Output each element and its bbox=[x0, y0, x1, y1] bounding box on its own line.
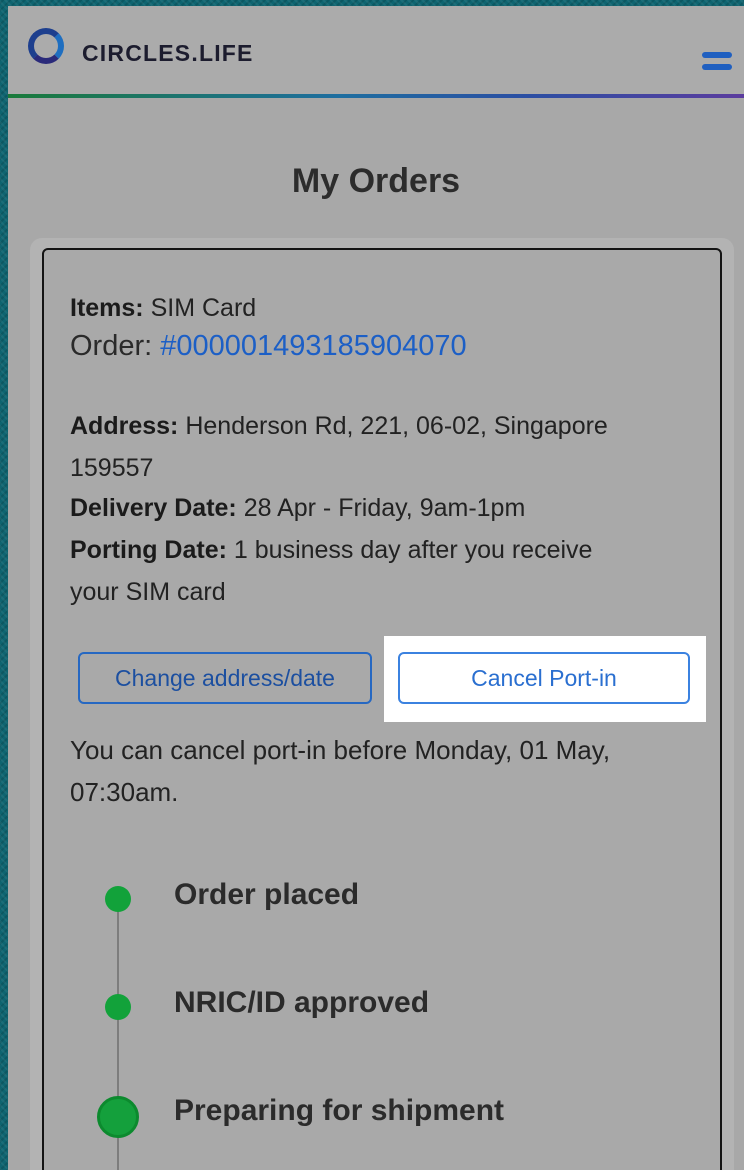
items-row: Items: SIM Card bbox=[70, 290, 256, 326]
cancel-note: You can cancel port-in before Monday, 01… bbox=[70, 735, 611, 765]
menu-bar-icon bbox=[702, 64, 732, 70]
timeline-step-label: Order placed bbox=[174, 878, 360, 911]
step-complete-dot-icon bbox=[105, 886, 131, 912]
timeline-step-label: Preparing for shipment bbox=[174, 1094, 505, 1127]
top-header: CIRCLES.LIFE bbox=[8, 6, 744, 94]
order-label: Order: bbox=[70, 330, 153, 362]
hamburger-menu-icon[interactable] bbox=[702, 52, 732, 72]
order-number-row: Order: #000001493185904070 bbox=[70, 330, 467, 363]
items-label: Items: bbox=[70, 294, 144, 322]
delivery-label: Delivery Date: bbox=[70, 494, 237, 522]
page-title: My Orders bbox=[291, 162, 461, 200]
order-card: Items: SIM Card Order: #0000014931859040… bbox=[42, 248, 722, 1170]
address-row: Address: Henderson Rd, 221, 06-02, Singa… bbox=[70, 408, 608, 444]
porting-label: Porting Date: bbox=[70, 536, 227, 564]
porting-row: Porting Date: 1 business day after you r… bbox=[70, 532, 592, 568]
delivery-value: 28 Apr - Friday, 9am-1pm bbox=[243, 494, 526, 522]
porting-continuation: your SIM card bbox=[70, 578, 226, 606]
address-continuation: 159557 bbox=[70, 454, 154, 482]
porting-value: 1 business day after you receive bbox=[233, 536, 593, 564]
app-screen: CIRCLES.LIFE My Orders Items: SIM Card O… bbox=[8, 6, 744, 1170]
timeline-step-label: NRIC/ID approved bbox=[174, 986, 430, 1019]
circles-logo-icon[interactable] bbox=[28, 28, 64, 64]
items-value: SIM Card bbox=[150, 294, 257, 322]
address-label: Address: bbox=[70, 412, 179, 440]
address-value: Henderson Rd, 221, 06-02, Singapore bbox=[185, 412, 608, 440]
step-complete-dot-icon bbox=[105, 994, 131, 1020]
change-address-date-button[interactable]: Change address/date bbox=[78, 652, 372, 704]
header-gradient-divider bbox=[8, 94, 744, 98]
cancel-port-in-button[interactable]: Cancel Port-in bbox=[398, 652, 690, 704]
cancel-note-continuation: 07:30am. bbox=[70, 777, 179, 807]
brand-name[interactable]: CIRCLES.LIFE bbox=[82, 40, 254, 67]
order-number-link[interactable]: #000001493185904070 bbox=[160, 330, 466, 362]
delivery-row: Delivery Date: 28 Apr - Friday, 9am-1pm bbox=[70, 490, 525, 526]
menu-bar-icon bbox=[702, 52, 732, 58]
step-current-dot-icon bbox=[97, 1096, 139, 1138]
